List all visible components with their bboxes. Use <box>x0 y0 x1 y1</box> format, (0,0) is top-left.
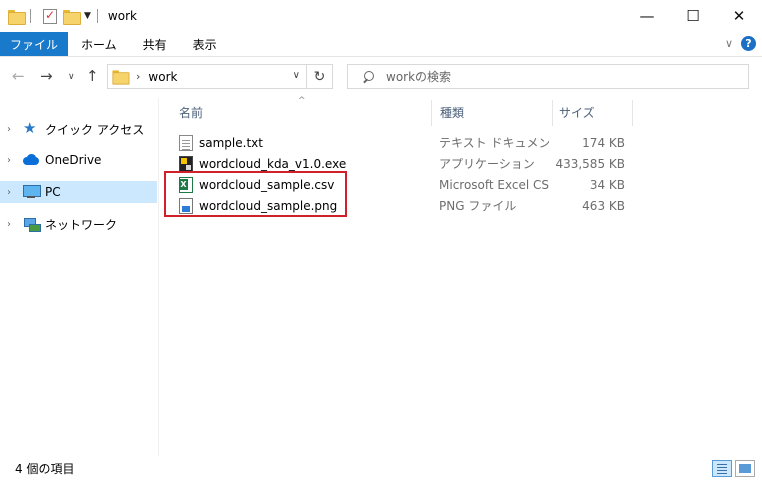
sidebar-item-pc[interactable]: › PC <box>0 181 157 203</box>
sidebar-item-quick-access[interactable]: › クイック アクセス <box>0 118 157 140</box>
column-header-name[interactable]: 名前 <box>179 98 429 126</box>
expand-chevron-right-icon[interactable]: › <box>7 124 17 135</box>
expand-chevron-right-icon[interactable]: › <box>7 155 17 166</box>
expand-chevron-right-icon[interactable]: › <box>7 187 17 198</box>
maximize-button[interactable]: ☐ <box>670 0 716 32</box>
file-row[interactable]: wordcloud_sample.csv Microsoft Excel CS.… <box>175 174 630 195</box>
breadcrumb-separator[interactable]: › <box>136 70 140 83</box>
search-icon <box>362 70 374 83</box>
title-bar: ▼ work — ☐ ✕ <box>0 0 762 32</box>
sidebar-item-label: PC <box>45 185 61 199</box>
file-list: ^ 名前 種類 サイズ sample.txt テキスト ドキュメント 174 K… <box>160 96 762 456</box>
quick-access-star-icon <box>23 119 39 137</box>
file-type: Microsoft Excel CS... <box>439 177 549 192</box>
expand-ribbon-chevron-down-icon[interactable]: ∨ <box>725 37 733 50</box>
column-header-size[interactable]: サイズ <box>559 98 629 126</box>
help-icon[interactable]: ? <box>741 36 756 51</box>
item-count: 4 個の項目 <box>15 462 75 476</box>
back-button[interactable]: ← <box>12 67 25 85</box>
column-divider[interactable] <box>431 100 432 126</box>
new-folder-icon[interactable] <box>63 9 81 25</box>
forward-button[interactable]: → <box>40 67 53 85</box>
properties-icon[interactable] <box>43 8 57 24</box>
tab-share[interactable]: 共有 <box>130 32 180 56</box>
tab-view[interactable]: 表示 <box>180 32 230 56</box>
file-row[interactable]: wordcloud_sample.png PNG ファイル 463 KB <box>175 195 630 216</box>
navigation-bar: ← → ∨ ↑ › work ∨ ↻ <box>0 56 762 98</box>
file-name: wordcloud_kda_v1.0.exe <box>199 156 347 171</box>
file-name: wordcloud_sample.png <box>199 198 338 213</box>
address-bar[interactable]: › work ∨ <box>107 64 307 89</box>
large-icons-view-icon[interactable] <box>735 460 755 477</box>
tab-file[interactable]: ファイル <box>0 32 69 56</box>
folder-icon <box>8 9 26 25</box>
window-title: work <box>107 9 137 23</box>
folder-icon <box>112 70 130 85</box>
png-file-icon <box>179 198 193 214</box>
text-file-icon <box>179 135 193 151</box>
pc-monitor-icon <box>23 185 41 199</box>
tab-home[interactable]: ホーム <box>68 32 130 56</box>
search-box[interactable] <box>347 64 749 89</box>
sidebar-item-onedrive[interactable]: › OneDrive <box>0 149 157 171</box>
file-name: wordcloud_sample.csv <box>199 177 335 192</box>
onedrive-cloud-icon <box>23 153 39 167</box>
file-row[interactable]: sample.txt テキスト ドキュメント 174 KB <box>175 132 630 153</box>
sidebar-item-label: クイック アクセス <box>45 122 145 137</box>
recent-locations-button[interactable]: ∨ <box>68 72 75 82</box>
file-size: 34 KB <box>589 177 625 192</box>
file-size: 463 KB <box>582 198 625 213</box>
file-type: テキスト ドキュメント <box>439 136 549 150</box>
file-row[interactable]: wordcloud_kda_v1.0.exe アプリケーション 433,585 … <box>175 153 630 174</box>
quick-access-toolbar: ▼ work <box>0 0 137 32</box>
details-view-icon[interactable] <box>712 460 732 477</box>
toolbar-divider <box>30 9 31 23</box>
status-bar: 4 個の項目 <box>0 456 762 481</box>
file-size: 433,585 KB <box>555 156 625 171</box>
column-divider[interactable] <box>552 100 553 126</box>
exe-file-icon <box>179 156 193 172</box>
excel-csv-icon <box>179 177 193 193</box>
breadcrumb-work[interactable]: work <box>148 70 177 84</box>
file-type: PNG ファイル <box>439 199 517 213</box>
refresh-button[interactable]: ↻ <box>307 64 333 89</box>
up-button[interactable]: ↑ <box>86 67 99 85</box>
close-button[interactable]: ✕ <box>716 0 762 32</box>
toolbar-divider <box>96 9 98 23</box>
sidebar-item-label: OneDrive <box>45 153 102 167</box>
file-name: sample.txt <box>199 135 263 150</box>
file-type: アプリケーション <box>439 157 535 171</box>
expand-chevron-right-icon[interactable]: › <box>7 219 17 230</box>
ribbon-tabs: ファイル ホーム 共有 表示 ∨ ? <box>0 32 762 56</box>
column-header-type[interactable]: 種類 <box>440 98 550 126</box>
search-input[interactable] <box>386 69 686 84</box>
column-divider[interactable] <box>632 100 633 126</box>
customize-toolbar-dropdown-icon[interactable]: ▼ <box>84 11 91 21</box>
sidebar-item-label: ネットワーク <box>45 217 118 232</box>
sidebar-item-network[interactable]: › ネットワーク <box>0 213 157 235</box>
navigation-pane: › クイック アクセス › OneDrive › PC › ネットワーク <box>0 98 159 456</box>
minimize-button[interactable]: — <box>624 0 670 32</box>
address-dropdown-chevron-down-icon[interactable]: ∨ <box>293 70 300 81</box>
network-icon <box>23 217 41 232</box>
file-size: 174 KB <box>582 135 625 150</box>
